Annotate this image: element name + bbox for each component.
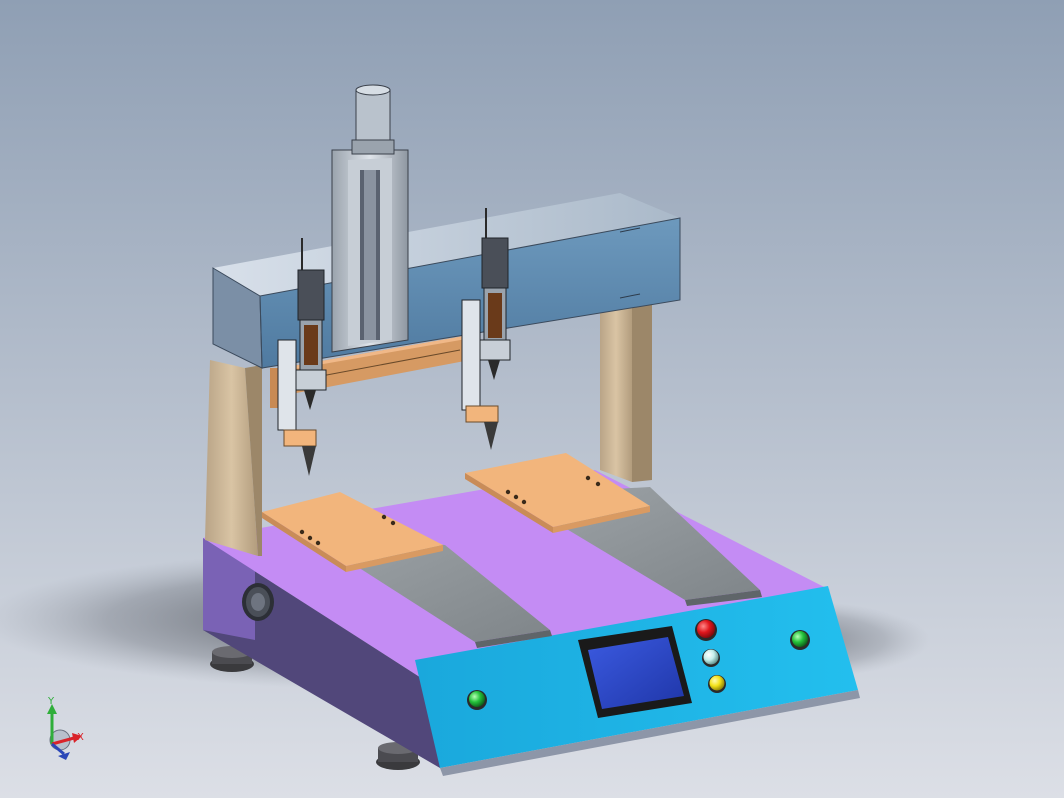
- cooling-fan: [242, 583, 274, 621]
- gantry-post-right: [600, 300, 632, 482]
- model-canvas[interactable]: Y X: [0, 0, 1064, 798]
- cyan-button[interactable]: [702, 649, 720, 667]
- triad-y-label: Y: [47, 696, 55, 707]
- green-button-right[interactable]: [790, 630, 810, 650]
- hmi-screen[interactable]: [578, 626, 692, 718]
- yellow-button[interactable]: [708, 675, 726, 693]
- green-button-left[interactable]: [467, 690, 487, 710]
- triad-x-label: X: [77, 732, 84, 743]
- cad-viewport[interactable]: Y X: [0, 0, 1064, 798]
- red-button[interactable]: [695, 619, 717, 641]
